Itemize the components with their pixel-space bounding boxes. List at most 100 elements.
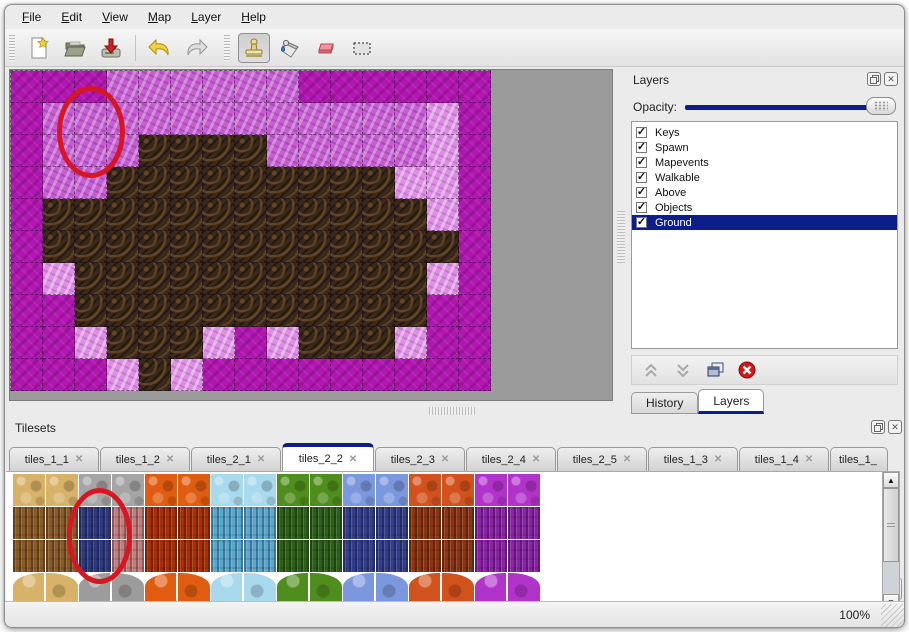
map-tile[interactable] [427, 327, 459, 359]
tileset-tile[interactable] [508, 474, 540, 506]
map-tile[interactable] [299, 71, 331, 103]
menu-map[interactable]: Map [139, 7, 180, 27]
map-tile[interactable] [299, 103, 331, 135]
map-tile[interactable] [299, 167, 331, 199]
tileset-tile[interactable] [475, 474, 507, 506]
tileset-tile[interactable] [376, 540, 408, 572]
tileset-tile[interactable] [277, 540, 309, 572]
tileset-tile[interactable] [145, 474, 177, 506]
map-tile[interactable] [235, 295, 267, 327]
map-tile[interactable] [427, 103, 459, 135]
map-tile[interactable] [43, 327, 75, 359]
tileset-tile[interactable] [508, 540, 540, 572]
close-tab-icon[interactable]: ✕ [75, 454, 83, 465]
map-tile[interactable] [11, 71, 43, 103]
map-tile[interactable] [75, 231, 107, 263]
close-tilesets-icon[interactable]: ✕ [888, 420, 902, 434]
tileset-tile[interactable] [112, 540, 144, 572]
tileset-blob-tile[interactable] [211, 573, 276, 603]
select-tool-button[interactable] [346, 33, 378, 63]
tileset-tab-tiles_2_5[interactable]: tiles_2_5✕ [557, 447, 647, 471]
tileset-view[interactable] [6, 471, 882, 611]
map-tile[interactable] [267, 135, 299, 167]
map-tile[interactable] [235, 167, 267, 199]
tileset-tile[interactable] [112, 474, 144, 506]
tileset-tile[interactable] [277, 474, 309, 506]
map-tile[interactable] [299, 295, 331, 327]
map-tile[interactable] [171, 295, 203, 327]
tileset-blob-tile[interactable] [343, 573, 408, 603]
map-tile[interactable] [427, 71, 459, 103]
redo-button[interactable] [180, 33, 212, 63]
map-tile[interactable] [235, 231, 267, 263]
tileset-tab-tiles_2_3[interactable]: tiles_2_3✕ [375, 447, 465, 471]
tileset-blob-tile[interactable] [145, 573, 210, 603]
map-tile[interactable] [363, 231, 395, 263]
map-tile[interactable] [331, 167, 363, 199]
float-tilesets-icon[interactable] [871, 420, 885, 434]
map-tile[interactable] [459, 103, 491, 135]
tileset-tile[interactable] [244, 507, 276, 539]
map-tile[interactable] [11, 359, 43, 391]
fill-tool-button[interactable] [274, 33, 306, 63]
tileset-tile[interactable] [145, 507, 177, 539]
layer-row-walkable[interactable]: ✓Walkable [632, 170, 897, 185]
map-tile[interactable] [107, 295, 139, 327]
map-tile[interactable] [459, 231, 491, 263]
map-tile[interactable] [427, 231, 459, 263]
close-panel-icon[interactable]: ✕ [884, 72, 898, 86]
map-tile[interactable] [171, 135, 203, 167]
open-file-button[interactable] [59, 33, 91, 63]
tileset-tile[interactable] [211, 507, 243, 539]
raise-layer-button[interactable] [640, 359, 662, 381]
map-tile[interactable] [75, 327, 107, 359]
map-tile[interactable] [363, 103, 395, 135]
map-tile[interactable] [267, 103, 299, 135]
map-tile[interactable] [459, 295, 491, 327]
tileset-tab-tiles_1_2[interactable]: tiles_1_2✕ [100, 447, 190, 471]
map-tile[interactable] [299, 263, 331, 295]
map-tile[interactable] [139, 103, 171, 135]
map-tile[interactable] [107, 263, 139, 295]
map-tile[interactable] [139, 295, 171, 327]
map-tile[interactable] [299, 359, 331, 391]
map-tile[interactable] [363, 135, 395, 167]
map-tile[interactable] [363, 167, 395, 199]
tileset-tile[interactable] [178, 540, 210, 572]
map-tile[interactable] [427, 167, 459, 199]
tileset-blob-tile[interactable] [79, 573, 144, 603]
close-tab-icon[interactable]: ✕ [532, 454, 540, 465]
menu-edit[interactable]: Edit [52, 7, 91, 27]
map-tile[interactable] [203, 71, 235, 103]
map-tile[interactable] [75, 359, 107, 391]
close-tab-icon[interactable]: ✕ [257, 454, 265, 465]
map-tile[interactable] [267, 263, 299, 295]
map-tile[interactable] [75, 103, 107, 135]
menu-view[interactable]: View [93, 7, 137, 27]
map-tile[interactable] [75, 199, 107, 231]
map-tile[interactable] [299, 135, 331, 167]
map-tile[interactable] [459, 359, 491, 391]
tileset-blob-tile[interactable] [13, 573, 78, 603]
menu-layer[interactable]: Layer [182, 7, 230, 27]
tileset-tile[interactable] [343, 474, 375, 506]
map-tile[interactable] [43, 263, 75, 295]
map-tile[interactable] [267, 71, 299, 103]
tileset-tile[interactable] [244, 474, 276, 506]
tileset-tab-tiles_2_4[interactable]: tiles_2_4✕ [466, 447, 556, 471]
close-tab-icon[interactable]: ✕ [623, 454, 631, 465]
map-tile[interactable] [139, 167, 171, 199]
map-tile[interactable] [299, 327, 331, 359]
scroll-up-icon[interactable]: ▲ [883, 472, 899, 488]
close-tab-icon[interactable]: ✕ [441, 454, 449, 465]
tileset-tab-tiles_1_4[interactable]: tiles_1_4✕ [739, 447, 829, 471]
map-tile[interactable] [235, 327, 267, 359]
map-tile[interactable] [267, 167, 299, 199]
layer-row-keys[interactable]: ✓Keys [632, 125, 897, 140]
map-tile[interactable] [203, 135, 235, 167]
tileset-tile[interactable] [442, 507, 474, 539]
layer-row-above[interactable]: ✓Above [632, 185, 897, 200]
map-tile[interactable] [171, 71, 203, 103]
map-tile[interactable] [203, 263, 235, 295]
tileset-tile[interactable] [310, 540, 342, 572]
